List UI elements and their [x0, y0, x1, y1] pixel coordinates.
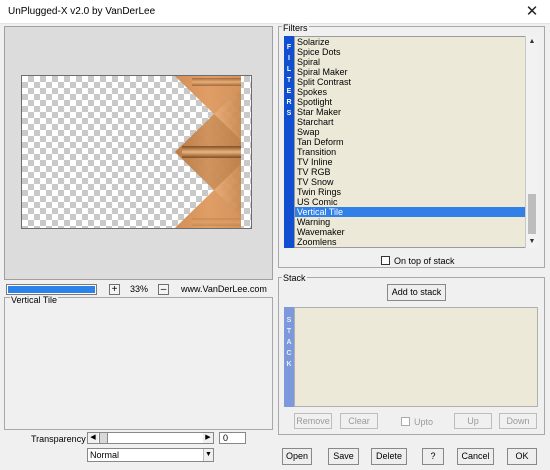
- chevron-down-icon[interactable]: ▼: [203, 449, 213, 461]
- stack-side-tab: STACK: [284, 307, 294, 407]
- slider-right-arrow-icon[interactable]: ▶: [203, 433, 213, 443]
- scroll-down-icon[interactable]: ▼: [526, 236, 538, 248]
- filter-list-item[interactable]: Vertical Tile: [295, 207, 537, 217]
- slider-left-arrow-icon[interactable]: ◀: [88, 433, 98, 443]
- filters-side-tab: FILTERS: [284, 36, 294, 248]
- filter-list-item[interactable]: TV Inline: [295, 157, 537, 167]
- filter-settings-panel: Vertical Tile: [4, 295, 273, 430]
- filter-name-label: Vertical Tile: [10, 295, 59, 305]
- filter-list-item[interactable]: Star Maker: [295, 107, 537, 117]
- filter-list-item[interactable]: Split Contrast: [295, 77, 537, 87]
- zoom-level: 33%: [130, 284, 149, 294]
- render-progress-bar: [6, 284, 97, 295]
- slider-thumb[interactable]: [99, 433, 108, 443]
- transparency-value-field[interactable]: 0: [219, 432, 246, 444]
- filter-list-item[interactable]: Spotlight: [295, 97, 537, 107]
- window-title: UnPlugged-X v2.0 by VanDerLee: [8, 6, 156, 17]
- website-link[interactable]: www.VanDerLee.com: [181, 284, 267, 294]
- open-button[interactable]: Open: [282, 448, 312, 465]
- upto-checkbox[interactable]: [401, 417, 410, 426]
- on-top-checkbox[interactable]: [381, 256, 390, 265]
- help-button[interactable]: ?: [422, 448, 444, 465]
- ok-button[interactable]: OK: [507, 448, 537, 465]
- move-up-button[interactable]: Up: [454, 413, 492, 429]
- add-to-stack-button[interactable]: Add to stack: [387, 284, 446, 301]
- filter-list-item[interactable]: Wavemaker: [295, 227, 537, 237]
- filter-list-item[interactable]: Spiral Maker: [295, 67, 537, 77]
- blend-mode-value: Normal: [90, 450, 120, 460]
- title-bar: UnPlugged-X v2.0 by VanDerLee ✕: [0, 0, 550, 24]
- filter-list-item[interactable]: Tan Deform: [295, 137, 537, 147]
- remove-button[interactable]: Remove: [294, 413, 332, 429]
- zoom-out-button[interactable]: –: [158, 284, 169, 295]
- transparency-label: Transparency: [31, 434, 86, 444]
- filter-list-scrollbar[interactable]: ▲ ▼: [525, 36, 538, 248]
- preview-canvas[interactable]: [21, 75, 252, 229]
- blend-mode-select[interactable]: Normal ▼: [87, 448, 214, 462]
- filter-list-item[interactable]: Spokes: [295, 87, 537, 97]
- filter-list-item[interactable]: TV Snow: [295, 177, 537, 187]
- filter-list-item[interactable]: Swap: [295, 127, 537, 137]
- filter-list-item[interactable]: Transition: [295, 147, 537, 157]
- filter-list-item[interactable]: Warning: [295, 217, 537, 227]
- filter-list-item[interactable]: Spiral: [295, 57, 537, 67]
- filters-side-tab-text: FILTERS: [286, 44, 292, 117]
- filter-list-item[interactable]: Starchart: [295, 117, 537, 127]
- filter-list-item[interactable]: Solarize: [295, 37, 537, 47]
- filter-list[interactable]: Solarize Spice Dots Spiral Spiral Maker Spli…: [294, 36, 538, 248]
- scroll-thumb[interactable]: [528, 194, 536, 234]
- clear-button[interactable]: Clear: [340, 413, 378, 429]
- preview-panel[interactable]: [4, 26, 273, 280]
- save-button[interactable]: Save: [328, 448, 359, 465]
- delete-button[interactable]: Delete: [371, 448, 407, 465]
- filter-list-item[interactable]: Zoomlens: [295, 237, 537, 247]
- upto-label: Upto: [414, 417, 434, 427]
- move-down-button[interactable]: Down: [499, 413, 537, 429]
- tile-preview-image: [175, 76, 241, 228]
- zoom-in-button[interactable]: +: [109, 284, 120, 295]
- filter-list-item[interactable]: Spice Dots: [295, 47, 537, 57]
- close-icon[interactable]: ✕: [514, 0, 550, 24]
- filter-list-item[interactable]: TV RGB: [295, 167, 537, 177]
- stack-list[interactable]: [294, 307, 538, 407]
- stack-side-tab-text: STACK: [286, 317, 292, 368]
- progress-fill: [8, 286, 95, 293]
- filters-caption: Filters: [282, 23, 309, 33]
- cancel-button[interactable]: Cancel: [457, 448, 494, 465]
- filter-list-item[interactable]: US Comic: [295, 197, 537, 207]
- on-top-label: On top of stack: [394, 256, 455, 266]
- scroll-up-icon[interactable]: ▲: [526, 36, 538, 48]
- stack-caption: Stack: [282, 273, 307, 283]
- transparency-slider[interactable]: ◀ ▶: [87, 432, 214, 444]
- filter-list-item[interactable]: Twin Rings: [295, 187, 537, 197]
